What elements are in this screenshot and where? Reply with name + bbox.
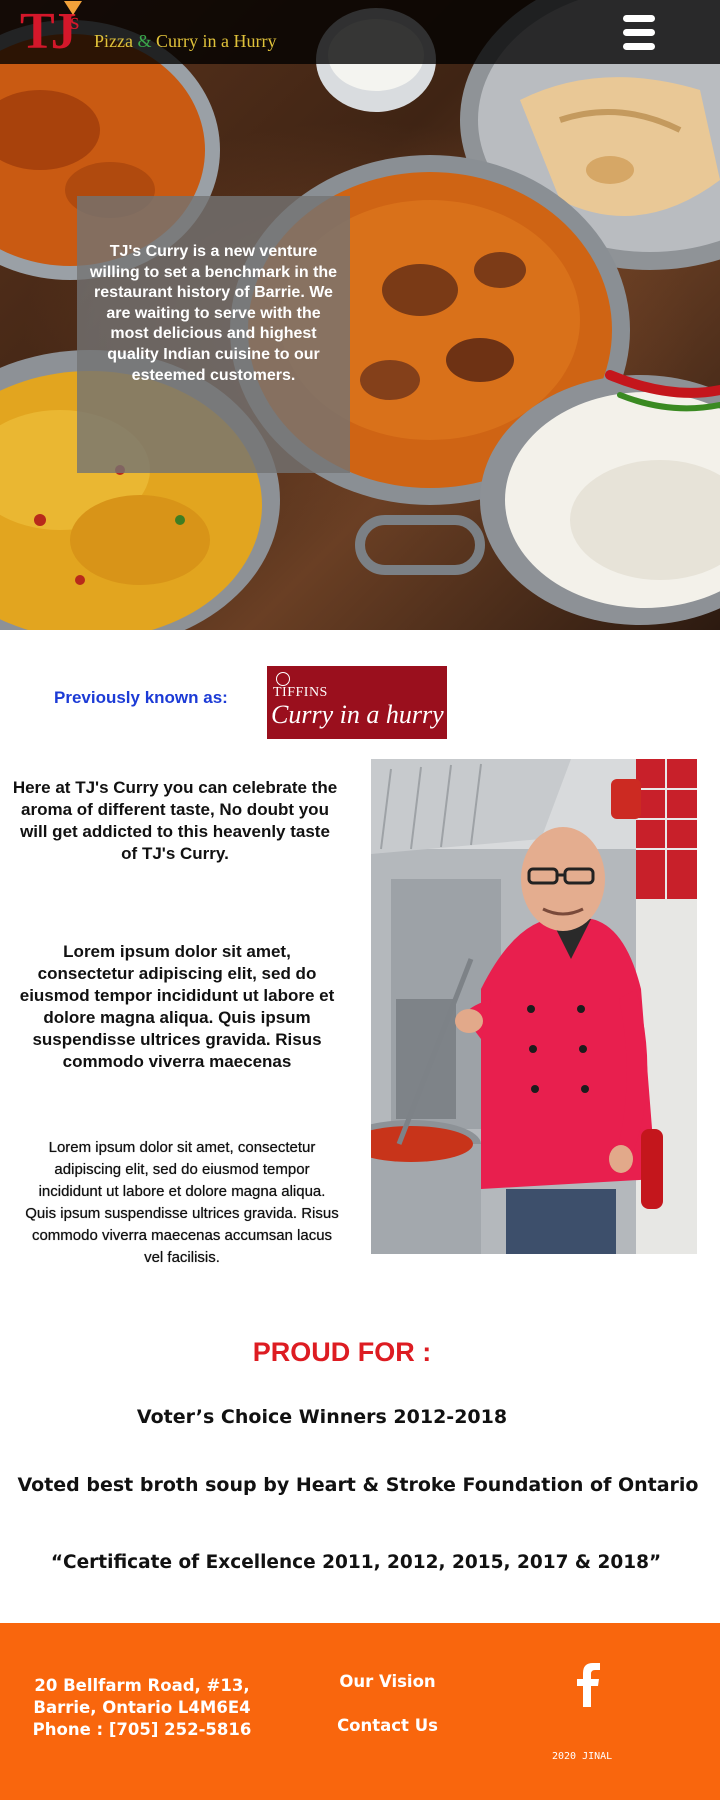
about-paragraph-1: Here at TJ's Curry you can celebrate the… (12, 778, 338, 863)
award-item: Voted best broth soup by Heart & Stroke … (17, 1474, 699, 1496)
award-item: Voter’s Choice Winners 2012-2018 (136, 1406, 508, 1428)
top-navigation-bar: TJ s Pizza & Curry in a Hurry (0, 0, 720, 64)
tiffins-logo: TIFFINS Curry in a hurry (267, 666, 447, 739)
previously-known-label: Previously known as: (54, 688, 228, 707)
tagline-ampersand: & (137, 31, 152, 51)
intro-text-box: TJ's Curry is a new venture willing to s… (77, 196, 350, 473)
contact-us-link[interactable]: Contact Us (320, 1716, 455, 1735)
address-line-2: Barrie, Ontario L4M6E4 (33, 1698, 251, 1717)
site-footer: 20 Bellfarm Road, #13, Barrie, Ontario L… (0, 1623, 720, 1800)
logo-tagline: Pizza & Curry in a Hurry (94, 31, 276, 52)
tiffins-logo-script: Curry in a hurry (271, 700, 444, 729)
logo-superscript: s (70, 9, 80, 35)
tagline-pizza: Pizza (94, 31, 133, 51)
copyright-text: 2020 JINAL (552, 1751, 613, 1762)
hero-section: TJ s Pizza & Curry in a Hurry TJ's Curry… (0, 0, 720, 630)
hamburger-menu-icon[interactable] (623, 15, 655, 51)
contact-address: 20 Bellfarm Road, #13, Barrie, Ontario L… (22, 1675, 262, 1741)
facebook-icon[interactable] (577, 1663, 601, 1707)
proud-for-heading: PROUD FOR : (252, 1337, 432, 1367)
about-paragraph-2: Lorem ipsum dolor sit amet, consectetur … (19, 942, 335, 1071)
phone-number: Phone : [705] 252-5816 (32, 1720, 252, 1739)
our-vision-link[interactable]: Our Vision (320, 1672, 455, 1691)
chef-photo (371, 759, 697, 1254)
address-line-1: 20 Bellfarm Road, #13, (34, 1676, 250, 1695)
tagline-curry: Curry in a Hurry (156, 31, 277, 51)
page: TJ s Pizza & Curry in a Hurry TJ's Curry… (0, 0, 720, 1800)
about-paragraph-3: Lorem ipsum dolor sit amet, consectetur … (25, 1139, 339, 1266)
tiffins-emblem-icon (276, 672, 290, 686)
tiffins-logo-title: TIFFINS (273, 685, 328, 700)
award-item: “Certificate of Excellence 2011, 2012, 2… (50, 1552, 662, 1573)
